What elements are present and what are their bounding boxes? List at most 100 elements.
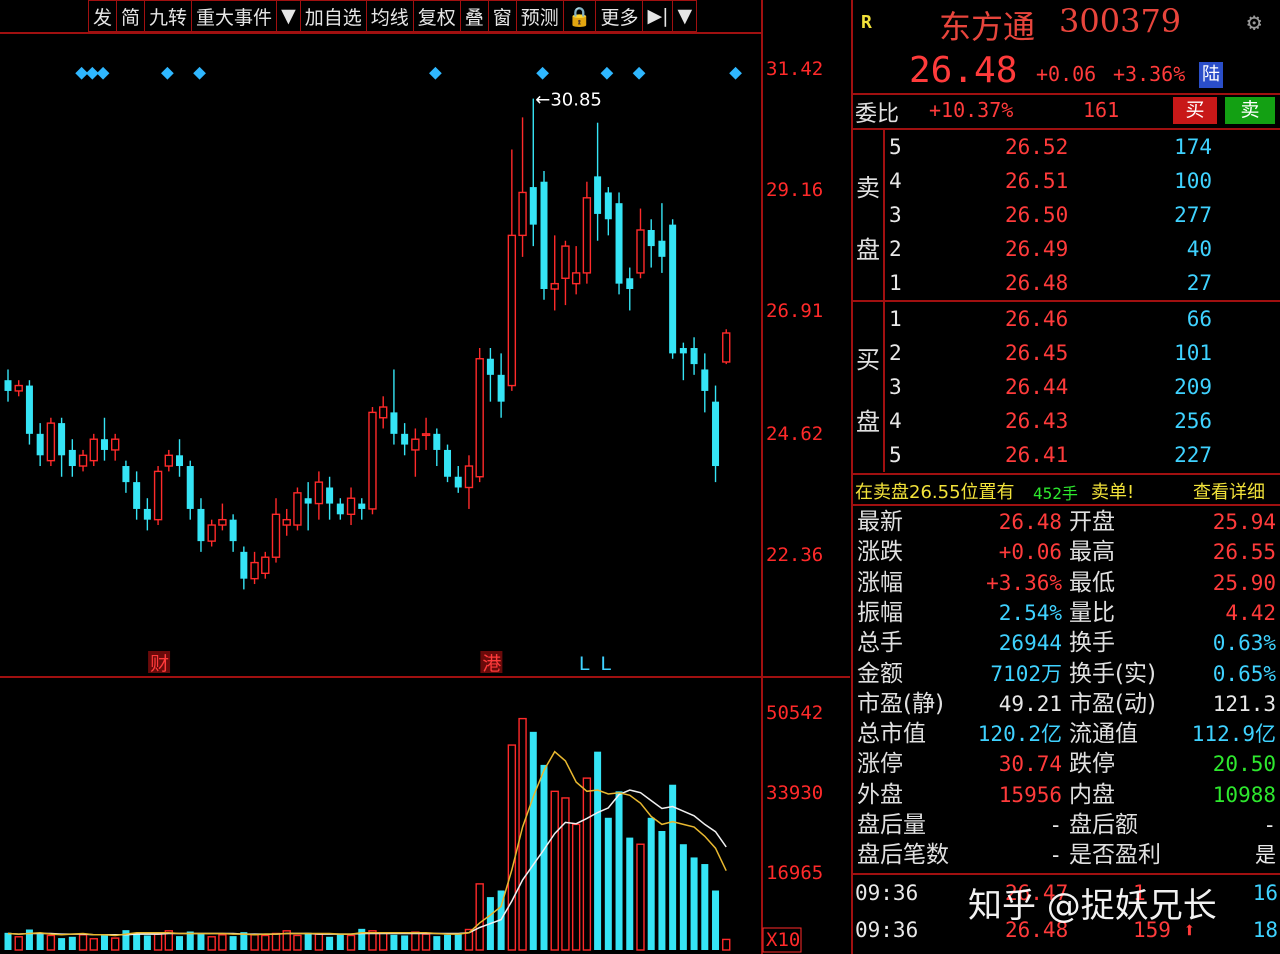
alert-suffix: 卖单!	[1091, 482, 1135, 503]
volume-bar	[176, 936, 184, 950]
candle-body	[176, 455, 184, 467]
candle-body	[379, 406, 388, 419]
candle-body	[122, 466, 130, 483]
sell-button[interactable]: 卖	[1225, 97, 1275, 124]
candle-body	[293, 492, 302, 526]
stat-label: 市盈(动)	[1069, 690, 1156, 717]
volume-bar	[110, 937, 120, 951]
candle-body	[25, 385, 33, 434]
candle-body	[304, 498, 312, 504]
candle-body	[336, 503, 344, 515]
candle-body	[229, 519, 237, 542]
volume-bar	[626, 837, 634, 950]
candle-body	[529, 187, 537, 225]
volume-bar	[421, 933, 431, 951]
quote-panel: R 东方通 300379 ⚙ 26.48 +0.06 +3.36% 陆 委比 +…	[851, 0, 1280, 954]
rank-marker: R	[861, 12, 872, 33]
volume-bar	[669, 784, 677, 950]
candle-body	[4, 380, 12, 391]
candle-body	[433, 433, 441, 450]
stat-row: 最新 26.48 开盘 25.94	[853, 507, 1280, 537]
stat-label: 盘后笔数	[857, 842, 949, 869]
candle-body	[454, 476, 462, 488]
candle-body	[282, 518, 291, 526]
buy-level[interactable]: 1 26.46 66	[853, 304, 1280, 334]
volume-bar	[218, 934, 227, 951]
stock-name: 东方通	[939, 8, 1036, 46]
buy-level[interactable]: 3 26.44 209	[853, 372, 1280, 402]
volume-bar	[261, 934, 270, 951]
level-number: 4	[889, 169, 902, 193]
event-mark[interactable]: 财	[150, 653, 169, 675]
event-mark[interactable]: L	[579, 653, 590, 675]
candle-body	[669, 224, 677, 354]
high-price-marker: ←30.85	[535, 90, 602, 111]
buy-level[interactable]: 2 26.45 101	[853, 338, 1280, 368]
level-number: 3	[889, 203, 902, 227]
gear-icon[interactable]: ⚙	[1247, 8, 1261, 36]
candle-body	[712, 401, 720, 467]
stat-label: 换手(实)	[1069, 660, 1156, 687]
level-volume: 174	[1174, 135, 1212, 159]
candle-body	[358, 503, 366, 509]
level-volume: 227	[1174, 443, 1212, 467]
event-mark[interactable]: 港	[482, 653, 501, 675]
stat-value: 4.42	[1225, 600, 1276, 625]
level-volume: 27	[1186, 271, 1212, 295]
sell-level[interactable]: 2 26.49 40	[853, 234, 1280, 264]
price-axis-label: 29.16	[766, 179, 823, 201]
stat-value: 20.50	[1212, 752, 1276, 777]
stat-value: +0.06	[998, 540, 1062, 565]
stat-value: 26.48	[998, 510, 1062, 534]
volume-bar	[133, 932, 141, 950]
divider	[853, 93, 1280, 95]
volume-bar	[712, 890, 720, 950]
volume-bar	[540, 764, 548, 950]
large-order-alert[interactable]: 在卖盘26.55位置有 452手 卖单! 查看详细	[853, 476, 1280, 504]
candle-body	[100, 439, 108, 450]
volume-bar	[582, 777, 592, 951]
candle-body	[36, 433, 44, 456]
signal-diamond-icon	[96, 66, 110, 80]
price-axis-label: 24.62	[766, 423, 823, 445]
sell-level[interactable]: 4 26.51 100	[853, 166, 1280, 196]
volume-bar	[454, 933, 462, 950]
volume-bar	[143, 935, 151, 950]
buy-book: 买 盘 1 26.46 66 2 26.45 101 3 26.44 209 4 26.43 256 5…	[853, 302, 1280, 472]
kline-chart-area[interactable]: 发简九转 重大事件 ▼ 加自选 均线 复权叠窗预测 🔒 更多 ▶| ▼ 31.42 29.16 26.…	[0, 0, 850, 954]
buy-button[interactable]: 买	[1173, 97, 1217, 124]
stat-label: 振幅	[857, 599, 903, 626]
kline-chart[interactable]: 31.42 29.16 26.91 24.62 22.36 ←30.85 财 港 L L 50542…	[0, 0, 850, 954]
volume-axis-label: 33930	[766, 782, 823, 804]
sell-level[interactable]: 3 26.50 277	[853, 200, 1280, 230]
candle-body	[658, 240, 666, 257]
buy-level[interactable]: 5 26.41 227	[853, 440, 1280, 470]
sell-level[interactable]: 5 26.52 174	[853, 132, 1280, 162]
signal-diamond-icon	[429, 66, 442, 80]
signal-diamond-icon	[536, 66, 549, 80]
buy-level[interactable]: 4 26.43 256	[853, 406, 1280, 436]
stat-value: 是	[1255, 843, 1276, 868]
stat-value: 10988	[1212, 782, 1276, 807]
volume-bar	[197, 934, 205, 950]
sell-level[interactable]: 1 26.48 27	[853, 268, 1280, 298]
watermark: 知乎 @捉妖兄长	[968, 886, 1217, 926]
view-details-link[interactable]: 查看详细	[1193, 478, 1265, 504]
stat-label: 涨跌	[857, 539, 903, 566]
volume-bar	[679, 844, 687, 950]
candle-body	[636, 229, 645, 274]
stat-label: 涨幅	[857, 569, 903, 596]
quote-stats: 最新 26.48 开盘 25.94 涨跌 +0.06 最高 26.55 涨幅 +3.36% 最低 25…	[853, 506, 1280, 871]
candle-body	[507, 234, 517, 387]
candle-body	[615, 203, 623, 284]
level-volume: 101	[1174, 341, 1212, 365]
volume-bar	[4, 932, 12, 950]
volume-bar	[571, 823, 581, 951]
event-mark[interactable]: L	[600, 653, 611, 675]
candle-body	[390, 412, 398, 434]
volume-bar	[390, 934, 398, 950]
stat-value: 0.63%	[1212, 631, 1276, 656]
candle-body	[186, 466, 194, 509]
stat-label: 盘后额	[1069, 812, 1138, 838]
stat-row: 总手 26944 换手 0.63%	[853, 628, 1280, 658]
